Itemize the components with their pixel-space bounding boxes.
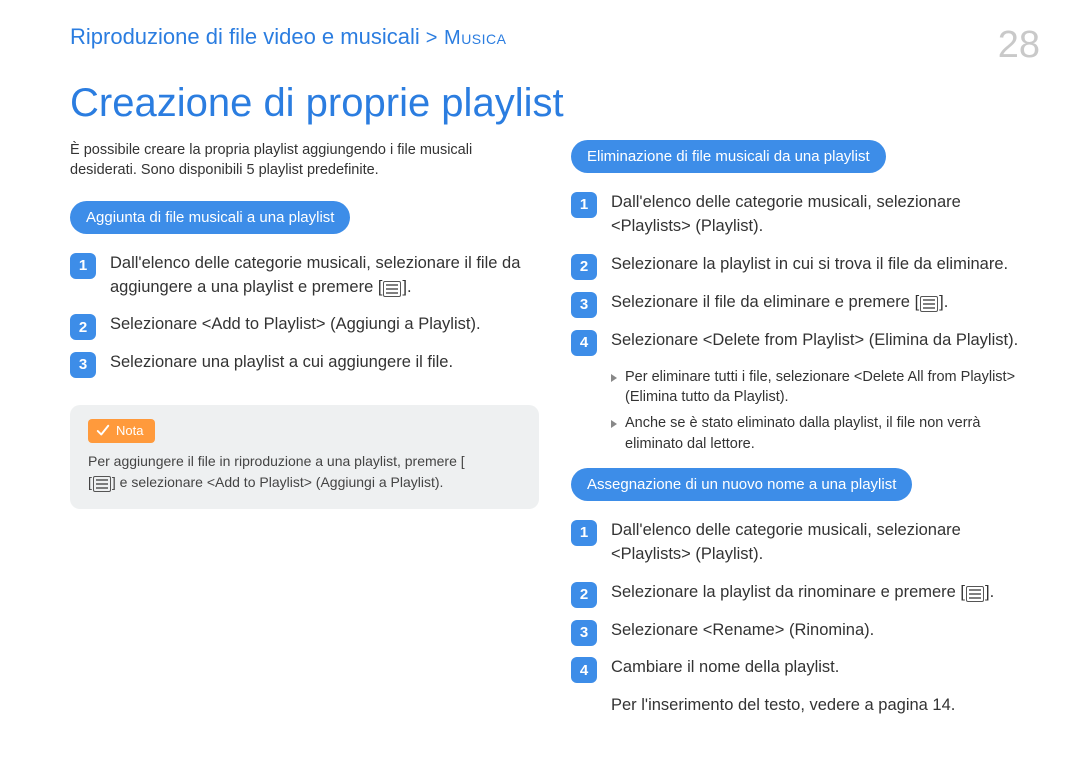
- note-label: Nota: [116, 421, 143, 441]
- section-pill-delete: Eliminazione di file musicali da una pla…: [571, 140, 886, 173]
- list-item: 3 Selezionare una playlist a cui aggiung…: [70, 351, 539, 375]
- menu-icon: [93, 476, 111, 492]
- list-item: 3 Selezionare il file da eliminare e pre…: [571, 291, 1040, 315]
- step-number: 3: [70, 352, 96, 378]
- step-number: 1: [70, 253, 96, 279]
- content-columns: È possibile creare la propria playlist a…: [70, 140, 1040, 718]
- intro-text: È possibile creare la propria playlist a…: [70, 140, 539, 181]
- breadcrumb: Riproduzione di file video e musicali > …: [70, 24, 506, 50]
- section-pill-add: Aggiunta di file musicali a una playlist: [70, 201, 350, 234]
- step-number: 2: [571, 582, 597, 608]
- step-number: 3: [571, 620, 597, 646]
- step-text: Selezionare <Add to Playlist> (Aggiungi …: [110, 315, 481, 333]
- list-item: 3 Selezionare <Rename> (Rinomina).: [571, 619, 1040, 643]
- step-text: Selezionare <Rename> (Rinomina).: [611, 621, 874, 639]
- add-steps: 1 Dall'elenco delle categorie musicali, …: [70, 252, 539, 376]
- breadcrumb-main: Riproduzione di file video e musicali: [70, 24, 420, 49]
- step-number: 4: [571, 330, 597, 356]
- step-text: Dall'elenco delle categorie musicali, se…: [110, 254, 520, 296]
- note-tag: Nota: [88, 419, 155, 443]
- step-text: Selezionare <Delete from Playlist> (Elim…: [611, 331, 1018, 349]
- note-box: Nota Per aggiungere il file in riproduzi…: [70, 405, 539, 509]
- rename-steps: 1 Dall'elenco delle categorie musicali, …: [571, 519, 1040, 681]
- page-number: 28: [998, 24, 1040, 67]
- breadcrumb-sub: > Musica: [420, 27, 507, 49]
- menu-icon: [383, 281, 401, 297]
- page-title: Creazione di proprie playlist: [70, 81, 1040, 126]
- step-text: Selezionare la playlist in cui si trova …: [611, 255, 1008, 273]
- note-text: Per aggiungere il file in riproduzione a…: [88, 451, 521, 493]
- delete-steps: 1 Dall'elenco delle categorie musicali, …: [571, 191, 1040, 353]
- left-column: È possibile creare la propria playlist a…: [70, 140, 539, 718]
- step-number: 1: [571, 192, 597, 218]
- list-item: 4 Cambiare il nome della playlist.: [571, 656, 1040, 680]
- list-item: 4 Selezionare <Delete from Playlist> (El…: [571, 329, 1040, 353]
- header: Riproduzione di file video e musicali > …: [70, 24, 1040, 67]
- rename-followup: Per l'inserimento del testo, vedere a pa…: [571, 694, 1040, 717]
- step-text: Cambiare il nome della playlist.: [611, 658, 839, 676]
- list-item: 2 Selezionare la playlist da rinominare …: [571, 581, 1040, 605]
- list-item: 1 Dall'elenco delle categorie musicali, …: [571, 191, 1040, 239]
- menu-icon: [966, 586, 984, 602]
- step-text: Selezionare il file da eliminare e preme…: [611, 293, 948, 311]
- step-number: 1: [571, 520, 597, 546]
- list-item: 2 Selezionare la playlist in cui si trov…: [571, 253, 1040, 277]
- menu-icon: [920, 296, 938, 312]
- list-item: 2 Selezionare <Add to Playlist> (Aggiung…: [70, 313, 539, 337]
- step-text: Selezionare una playlist a cui aggiunger…: [110, 353, 453, 371]
- step-number: 4: [571, 657, 597, 683]
- step-number: 2: [571, 254, 597, 280]
- list-item: 1 Dall'elenco delle categorie musicali, …: [70, 252, 539, 300]
- step-text: Dall'elenco delle categorie musicali, se…: [611, 193, 961, 235]
- section-pill-rename: Assegnazione di un nuovo nome a una play…: [571, 468, 912, 501]
- list-item: 1 Dall'elenco delle categorie musicali, …: [571, 519, 1040, 567]
- delete-subnotes: Per eliminare tutti i file, selezionare …: [571, 367, 1040, 454]
- step-text: Dall'elenco delle categorie musicali, se…: [611, 521, 961, 563]
- check-icon: [96, 424, 110, 438]
- step-number: 2: [70, 314, 96, 340]
- right-column: Eliminazione di file musicali da una pla…: [571, 140, 1040, 718]
- step-number: 3: [571, 292, 597, 318]
- step-text: Selezionare la playlist da rinominare e …: [611, 583, 994, 601]
- subnote: Per eliminare tutti i file, selezionare …: [611, 367, 1040, 408]
- subnote: Anche se è stato eliminato dalla playlis…: [611, 413, 1040, 454]
